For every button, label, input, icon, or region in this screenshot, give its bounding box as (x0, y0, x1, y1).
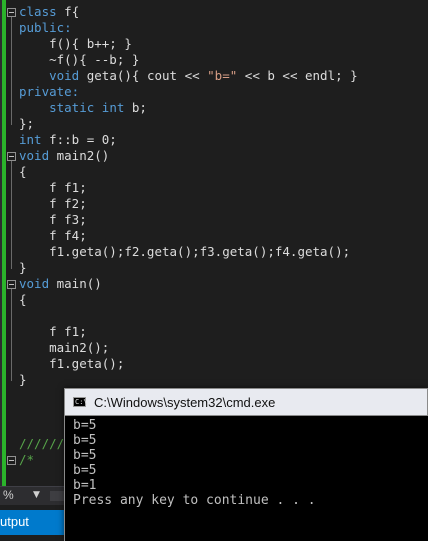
code-line[interactable]: }; (19, 116, 34, 132)
cmd-window-title: C:\Windows\system32\cmd.exe (94, 395, 276, 410)
collapse-toggle-icon[interactable] (7, 8, 16, 17)
code-comment: ////// (19, 436, 65, 451)
code-line[interactable]: } (19, 260, 27, 276)
code-line[interactable]: f f1; (19, 324, 87, 340)
code-line[interactable]: void main2() (19, 148, 109, 164)
code-line[interactable]: f f2; (19, 196, 87, 212)
change-tracking-bar (2, 0, 6, 488)
code-string: "b=" (207, 68, 238, 83)
code-keyword: class (19, 4, 57, 19)
code-line[interactable]: { (19, 292, 27, 308)
code-token: { (19, 292, 27, 307)
code-token: f f4; (19, 228, 87, 243)
code-line[interactable]: main2(); (19, 340, 109, 356)
code-keyword: void (19, 276, 50, 291)
code-line[interactable]: f1.geta(); (19, 356, 124, 372)
code-line[interactable]: } (19, 372, 27, 388)
code-token: f::b = 0; (41, 132, 117, 147)
console-line: b=5 (73, 433, 97, 448)
code-line[interactable]: { (19, 164, 27, 180)
output-tab-label: utput (0, 514, 29, 529)
code-token: b; (124, 100, 147, 115)
code-keyword: private: (19, 84, 80, 99)
editor-status-bar: % ▼ (0, 486, 68, 505)
code-token: { (19, 164, 27, 179)
code-token: f1.geta(); (19, 356, 125, 371)
code-keyword: void (49, 68, 80, 83)
console-line: b=5 (73, 448, 97, 463)
code-line[interactable]: static int b; (19, 100, 147, 116)
fold-guide-line (11, 17, 12, 125)
zoom-dropdown-icon[interactable]: ▼ (33, 490, 40, 500)
code-keyword: public: (19, 20, 72, 35)
code-keyword: int (101, 100, 125, 115)
code-line[interactable]: void geta(){ cout << "b=" << b << endl; … (19, 68, 358, 84)
code-token: ~f(){ --b; } (19, 52, 140, 67)
code-line[interactable]: f(){ b++; } (19, 36, 132, 52)
cmd-window[interactable]: C:\ C:\Windows\system32\cmd.exe b=5 b=5 … (64, 388, 428, 541)
code-line[interactable]: f f3; (19, 212, 87, 228)
console-line: b=1 (73, 478, 97, 493)
code-line[interactable]: void main() (19, 276, 102, 292)
code-line[interactable]: ////// (19, 436, 64, 452)
console-icon-glyph: C:\ (75, 398, 88, 406)
console-icon: C:\ (73, 397, 88, 407)
code-token: main() (49, 276, 102, 291)
horizontal-scrollbar[interactable] (50, 491, 64, 501)
collapse-toggle-icon[interactable] (7, 456, 16, 465)
code-token: geta(){ cout << (79, 68, 208, 83)
output-tab[interactable]: utput (0, 510, 68, 535)
code-line[interactable]: f f1; (19, 180, 87, 196)
cmd-title-bar[interactable]: C:\ C:\Windows\system32\cmd.exe (64, 388, 428, 416)
fold-guide-line (11, 161, 12, 269)
code-token: f f3; (19, 212, 87, 227)
code-token: f(){ b++; } (19, 36, 132, 51)
console-line: Press any key to continue . . . (73, 493, 316, 508)
code-line[interactable]: int f::b = 0; (19, 132, 117, 148)
code-token: f f1; (19, 180, 87, 195)
code-line[interactable]: private: (19, 84, 79, 100)
code-line[interactable]: public: (19, 20, 72, 36)
code-token: f1.geta();f2.geta();f3.geta();f4.geta(); (19, 244, 351, 259)
code-token: } (19, 260, 27, 275)
zoom-level[interactable]: % (3, 488, 14, 502)
code-token: main2() (49, 148, 110, 163)
code-line[interactable]: f1.geta();f2.geta();f3.geta();f4.geta(); (19, 244, 350, 260)
collapse-toggle-icon[interactable] (7, 152, 16, 161)
code-token: main2(); (19, 340, 110, 355)
code-token: f f2; (19, 196, 87, 211)
code-token: << b << endl; } (237, 68, 358, 83)
collapse-toggle-icon[interactable] (7, 280, 16, 289)
code-token: f f1; (19, 324, 87, 339)
code-keyword: int (19, 132, 42, 147)
code-keyword: void (19, 148, 50, 163)
console-line: b=5 (73, 463, 97, 478)
fold-guide-line (11, 289, 12, 381)
code-comment: /* (19, 452, 35, 467)
code-token: }; (19, 116, 35, 131)
code-token: f{ (56, 4, 80, 19)
code-line[interactable]: f f4; (19, 228, 87, 244)
code-line[interactable]: /* (19, 452, 34, 468)
console-output[interactable]: b=5 b=5 b=5 b=5 b=1 Press any key to con… (64, 416, 428, 541)
code-line[interactable]: ~f(){ --b; } (19, 52, 139, 68)
code-keyword: static (49, 100, 95, 115)
code-token: } (19, 372, 27, 387)
console-line: b=5 (73, 418, 97, 433)
code-line[interactable]: class f{ (19, 4, 79, 20)
